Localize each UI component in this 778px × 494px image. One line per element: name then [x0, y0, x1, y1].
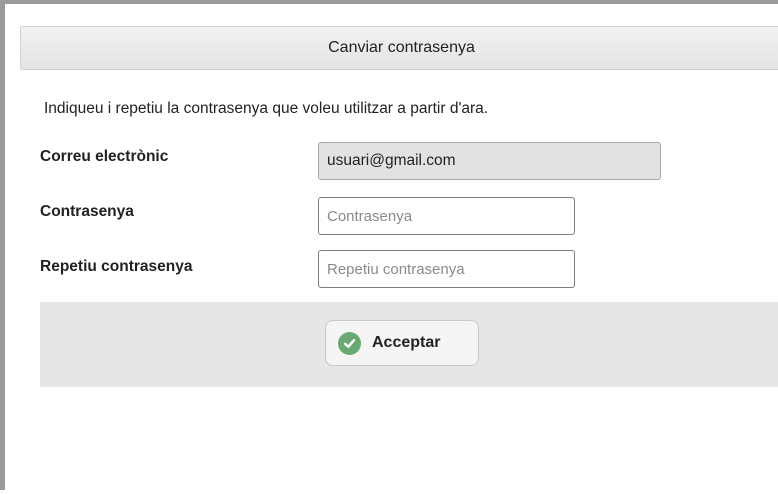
accept-button[interactable]: Acceptar: [325, 320, 479, 366]
window-frame: Canviar contrasenya Indiqueu i repetiu l…: [0, 0, 778, 490]
repeat-password-input[interactable]: [318, 250, 575, 288]
action-bar: Acceptar: [40, 302, 778, 387]
dialog-title: Canviar contrasenya: [328, 39, 475, 56]
check-circle-icon: [338, 331, 361, 355]
accept-button-label: Acceptar: [372, 334, 441, 351]
email-label: Correu electrònic: [40, 148, 169, 165]
instructions-text: Indiqueu i repetiu la contrasenya que vo…: [44, 100, 489, 117]
email-field: usuari@gmail.com: [318, 142, 661, 180]
password-input[interactable]: [318, 197, 575, 235]
change-password-dialog: Canviar contrasenya Indiqueu i repetiu l…: [20, 26, 778, 494]
dialog-titlebar: Canviar contrasenya: [20, 26, 778, 70]
password-label: Contrasenya: [40, 203, 134, 220]
repeat-password-label: Repetiu contrasenya: [40, 258, 193, 275]
